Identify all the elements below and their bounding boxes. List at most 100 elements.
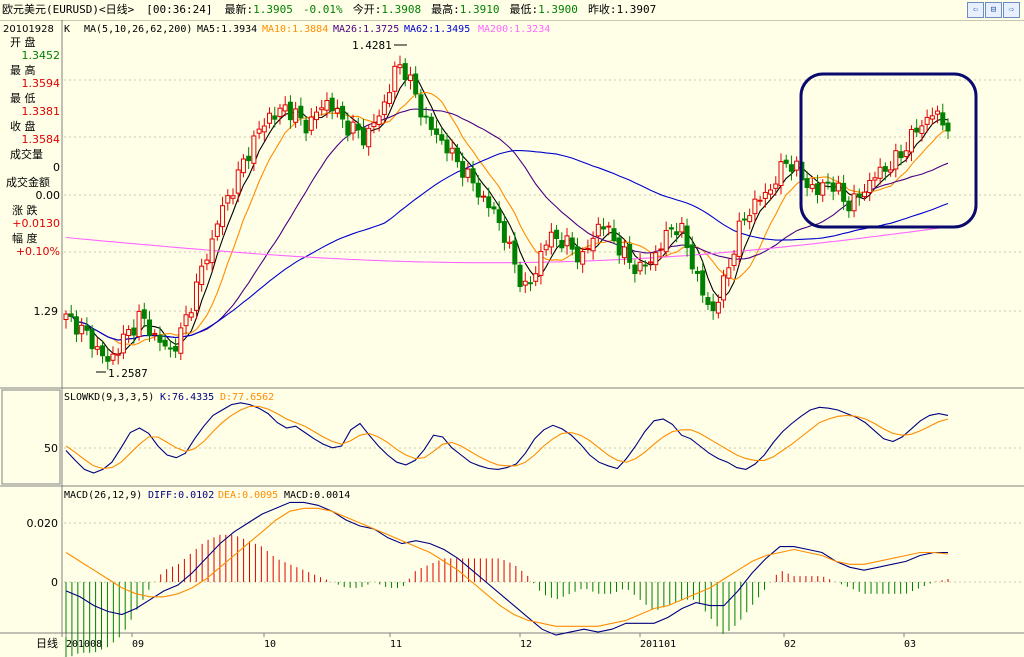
info-panel: 20101928 开 盘 1.3452 最 高 1.3594 最 低 1.338… <box>3 24 60 589</box>
candle-body <box>178 327 184 354</box>
x-axis-label: 201008 <box>66 639 102 650</box>
low-annotation: 1.2587 <box>108 367 148 380</box>
macd-legend-diff: DIFF:0.0102 <box>148 490 214 501</box>
candle-body <box>360 127 366 146</box>
candle-body <box>340 105 346 120</box>
info-date: 20101928 <box>3 24 54 35</box>
macd-legend-macd: MACD:0.0014 <box>284 490 350 501</box>
macd-histogram <box>65 534 949 657</box>
candle-body <box>475 182 481 198</box>
candle-body <box>423 115 429 118</box>
candle-body <box>173 345 179 352</box>
ma26-legend: MA26:1.3725 <box>333 24 399 35</box>
macd-diff-line <box>65 501 948 636</box>
candle-body <box>517 264 523 288</box>
candle-body <box>846 200 852 212</box>
x-axis-label: 12 <box>520 639 532 650</box>
candle-body <box>214 223 220 237</box>
info-low-label: 最 低 <box>10 92 36 105</box>
candle-body <box>783 159 789 164</box>
candle-body <box>700 270 706 296</box>
info-low-value: 1.3381 <box>22 105 61 118</box>
candle-body <box>460 161 466 178</box>
x-axis-label: 09 <box>132 639 144 650</box>
candle-body <box>585 247 591 250</box>
macd-dea-line <box>65 507 949 627</box>
candle-body <box>199 265 205 285</box>
info-change-value: +0.0130 <box>12 217 60 230</box>
candle-body <box>126 328 132 336</box>
candle-body <box>94 346 100 350</box>
candle-body <box>830 182 836 192</box>
candle-body <box>225 195 231 204</box>
candle-body <box>715 301 721 314</box>
candle-body <box>668 227 674 230</box>
info-close-value: 1.3584 <box>22 133 61 146</box>
candle-body <box>204 259 210 265</box>
candle-body <box>84 325 90 331</box>
candle-body <box>815 183 821 195</box>
candle-body <box>533 273 539 282</box>
candle-body <box>444 139 450 154</box>
candle-body <box>835 182 841 192</box>
candle-body <box>89 329 95 350</box>
candle-body <box>637 261 643 272</box>
candle-body <box>376 115 382 125</box>
candle-body <box>919 125 925 134</box>
kd-legend-name: SLOWKD(9,3,3,5) <box>64 392 154 403</box>
kd-legend: SLOWKD(9,3,3,5) K:76.4335 D:77.6562 <box>64 392 274 403</box>
candle-body <box>731 253 737 267</box>
candle-body <box>209 238 215 264</box>
info-amount-label: 成交金额 <box>6 175 50 189</box>
candle-body <box>147 319 153 336</box>
candle-body <box>73 316 79 335</box>
candle-body <box>293 108 299 123</box>
info-amount-value: 0.00 <box>36 189 61 202</box>
kline-chart[interactable]: 20101928 开 盘 1.3452 最 高 1.3594 最 低 1.338… <box>0 0 1024 657</box>
candle-body <box>381 101 387 115</box>
ma200-line <box>65 226 949 264</box>
candle-body <box>167 347 173 350</box>
moving-average-lines <box>65 75 949 355</box>
kd-k-line <box>65 402 949 474</box>
ma-legend-k: K <box>64 24 70 35</box>
candle-body <box>188 312 194 318</box>
candle-body <box>908 129 914 153</box>
candle-body <box>371 122 377 128</box>
candle-body <box>136 310 142 338</box>
candle-body <box>345 120 351 136</box>
candle-body <box>522 280 528 286</box>
candle-body <box>632 264 638 275</box>
candle-body <box>110 353 116 361</box>
ma62-legend: MA62:1.3495 <box>404 24 470 35</box>
candle-body <box>804 178 810 189</box>
x-axis-label: 02 <box>784 639 796 650</box>
candle-body <box>882 166 888 172</box>
candle-body <box>350 121 356 134</box>
candle-body <box>658 248 664 251</box>
candle-body <box>595 223 601 237</box>
candle-body <box>402 63 408 81</box>
candle-body <box>131 327 137 336</box>
info-pct-label: 幅 度 <box>12 231 38 245</box>
candle-body <box>710 301 716 312</box>
candle-body <box>741 218 747 221</box>
indicator-lines <box>65 402 949 636</box>
candle-body <box>334 108 340 114</box>
candle-body <box>308 116 314 131</box>
candle-body <box>648 261 654 264</box>
candle-body <box>418 94 424 118</box>
kd-tick-label: 50 <box>44 442 58 455</box>
candle-body <box>449 147 455 154</box>
ma5-line <box>65 75 949 355</box>
kd-d-line <box>65 405 949 470</box>
info-volume-label: 成交量 <box>10 147 43 161</box>
ma-legend: K MA(5,10,26,62,200) MA5:1.3934 MA10:1.3… <box>64 24 550 35</box>
candle-body <box>752 198 758 215</box>
candle-body <box>736 220 742 257</box>
candle-body <box>235 169 241 194</box>
macd-legend-dea: DEA:0.0095 <box>218 490 278 501</box>
macd-legend-name: MACD(26,12,9) <box>64 490 142 501</box>
candle-body <box>877 166 883 179</box>
candle-body <box>872 177 878 181</box>
